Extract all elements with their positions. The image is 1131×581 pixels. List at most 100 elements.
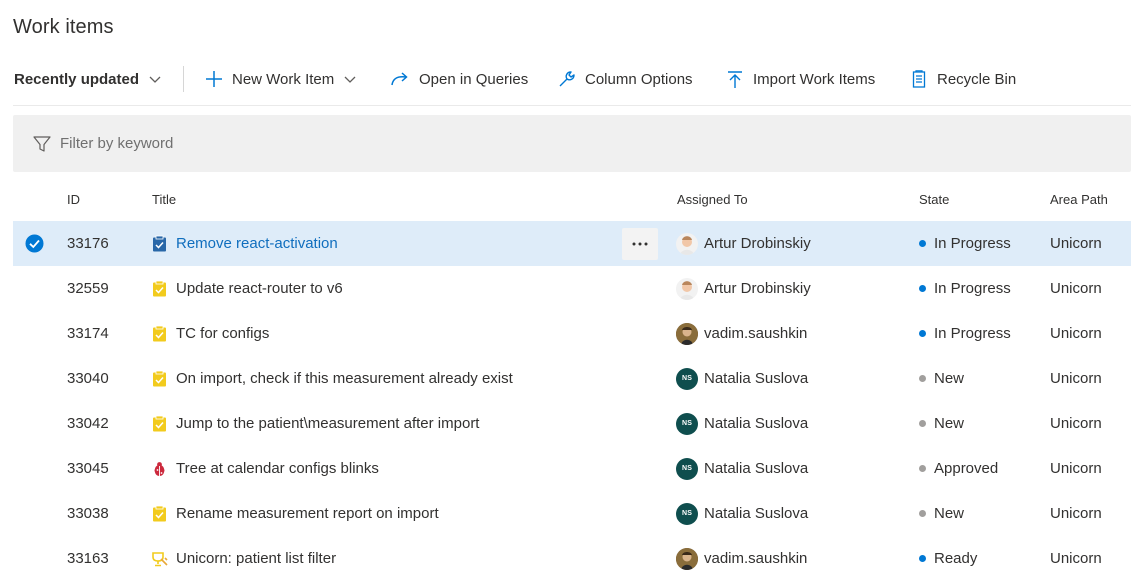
table-row[interactable]: 33042 Jump to the patient\measurement af… [0,401,1131,446]
row-area-path: Unicorn [1050,370,1102,387]
column-header-title[interactable]: Title [152,192,176,207]
row-id: 33045 [67,460,109,477]
recycle-bin-label: Recycle Bin [937,70,1017,88]
row-assigned-to: Natalia Suslova [704,460,809,477]
filter-bar [13,115,1131,172]
task-icon [152,311,167,356]
row-area-path: Unicorn [1050,505,1102,522]
table-row[interactable]: 33176 Remove react-activation Artur Drob… [13,221,1131,266]
column-header-area-path[interactable]: Area Path [1050,192,1108,207]
row-state: New [934,415,965,432]
filter-keyword-input[interactable] [60,135,660,152]
view-selector-dropdown[interactable]: Recently updated [14,60,162,98]
plus-icon [205,70,223,88]
state-dot-icon [919,221,926,266]
task-icon [152,356,167,401]
view-selector-label: Recently updated [14,70,140,88]
row-title-link[interactable]: Jump to the patient\measurement after im… [176,401,479,446]
filter-funnel-icon [33,135,51,153]
new-work-item-button[interactable]: New Work Item [205,60,357,98]
row-title-link[interactable]: On import, check if this measurement alr… [176,356,513,401]
task-icon [152,401,167,446]
page-title: Work items [13,16,114,38]
state-dot-icon [919,311,926,356]
row-state: In Progress [934,325,1011,342]
avatar [676,311,698,356]
toolbar: Recently updated New Work Item Open in Q… [0,60,1131,98]
avatar [676,266,698,311]
state-dot-icon [919,356,926,401]
table-row[interactable]: 33038 Rename measurement report on impor… [0,491,1131,536]
task-icon [152,221,167,266]
column-header-state[interactable]: State [919,192,949,207]
row-id: 33040 [67,370,109,387]
row-area-path: Unicorn [1050,235,1102,252]
import-work-items-button[interactable]: Import Work Items [726,60,875,98]
column-options-button[interactable]: Column Options [557,60,693,98]
row-id: 33042 [67,415,109,432]
row-title-link[interactable]: Unicorn: patient list filter [176,536,336,581]
work-items-grid: 33176 Remove react-activation Artur Drob… [0,221,1131,581]
chevron-down-icon [343,72,357,86]
table-row[interactable]: 32559 Update react-router to v6 Artur Dr… [0,266,1131,311]
row-title-link[interactable]: Remove react-activation [176,221,338,266]
row-title-link[interactable]: Rename measurement report on import [176,491,439,536]
row-area-path: Unicorn [1050,415,1102,432]
row-assigned-to: Natalia Suslova [704,415,809,432]
state-dot-icon [919,536,926,581]
table-row[interactable]: 33045 Tree at calendar configs blinks NS… [0,446,1131,491]
row-state: New [934,370,965,387]
row-title-link[interactable]: Tree at calendar configs blinks [176,446,379,491]
task-icon [152,491,167,536]
column-header-assigned-to[interactable]: Assigned To [677,192,748,207]
row-selected-check-icon[interactable] [25,221,44,266]
more-actions-button[interactable] [622,228,658,260]
row-assigned-to: Artur Drobinskiy [704,280,811,297]
redo-arrow-icon [390,70,410,88]
row-area-path: Unicorn [1050,280,1102,297]
table-row[interactable]: 33040 On import, check if this measureme… [0,356,1131,401]
recycle-bin-icon [910,69,928,89]
column-options-label: Column Options [585,70,693,88]
row-assigned-to: vadim.saushkin [704,550,808,567]
row-id: 33176 [67,235,109,252]
table-row[interactable]: 33174 TC for configs vadim.saushkin In P… [0,311,1131,356]
avatar: NS [676,446,698,491]
row-state: Ready [934,550,978,567]
row-id: 32559 [67,280,109,297]
task-icon [152,266,167,311]
toolbar-separator [183,66,184,92]
state-dot-icon [919,401,926,446]
avatar: NS [676,491,698,536]
avatar: NS [676,356,698,401]
row-title-link[interactable]: TC for configs [176,311,269,356]
row-state: Approved [934,460,999,477]
row-area-path: Unicorn [1050,325,1102,342]
row-title-link[interactable]: Update react-router to v6 [176,266,343,311]
row-id: 33163 [67,550,109,567]
row-state: In Progress [934,235,1011,252]
row-assigned-to: Artur Drobinskiy [704,235,811,252]
state-dot-icon [919,266,926,311]
row-assigned-to: Natalia Suslova [704,505,809,522]
import-work-items-label: Import Work Items [753,70,876,88]
feature-trophy-icon [152,536,168,581]
state-dot-icon [919,491,926,536]
wrench-icon [557,70,576,89]
avatar: NS [676,401,698,446]
recycle-bin-button[interactable]: Recycle Bin [910,60,1016,98]
row-state: In Progress [934,280,1011,297]
more-dots-icon [632,242,648,246]
row-area-path: Unicorn [1050,550,1102,567]
row-assigned-to: Natalia Suslova [704,370,809,387]
new-work-item-label: New Work Item [232,70,335,88]
column-header-id[interactable]: ID [67,192,80,207]
grid-header: ID Title Assigned To State Area Path [0,188,1131,212]
upload-icon [726,70,744,89]
open-in-queries-label: Open in Queries [419,70,529,88]
toolbar-divider [13,105,1131,106]
row-area-path: Unicorn [1050,460,1102,477]
table-row[interactable]: 33163 Unicorn: patient list filter vadim… [0,536,1131,581]
open-in-queries-button[interactable]: Open in Queries [390,60,528,98]
bug-icon [152,446,167,491]
